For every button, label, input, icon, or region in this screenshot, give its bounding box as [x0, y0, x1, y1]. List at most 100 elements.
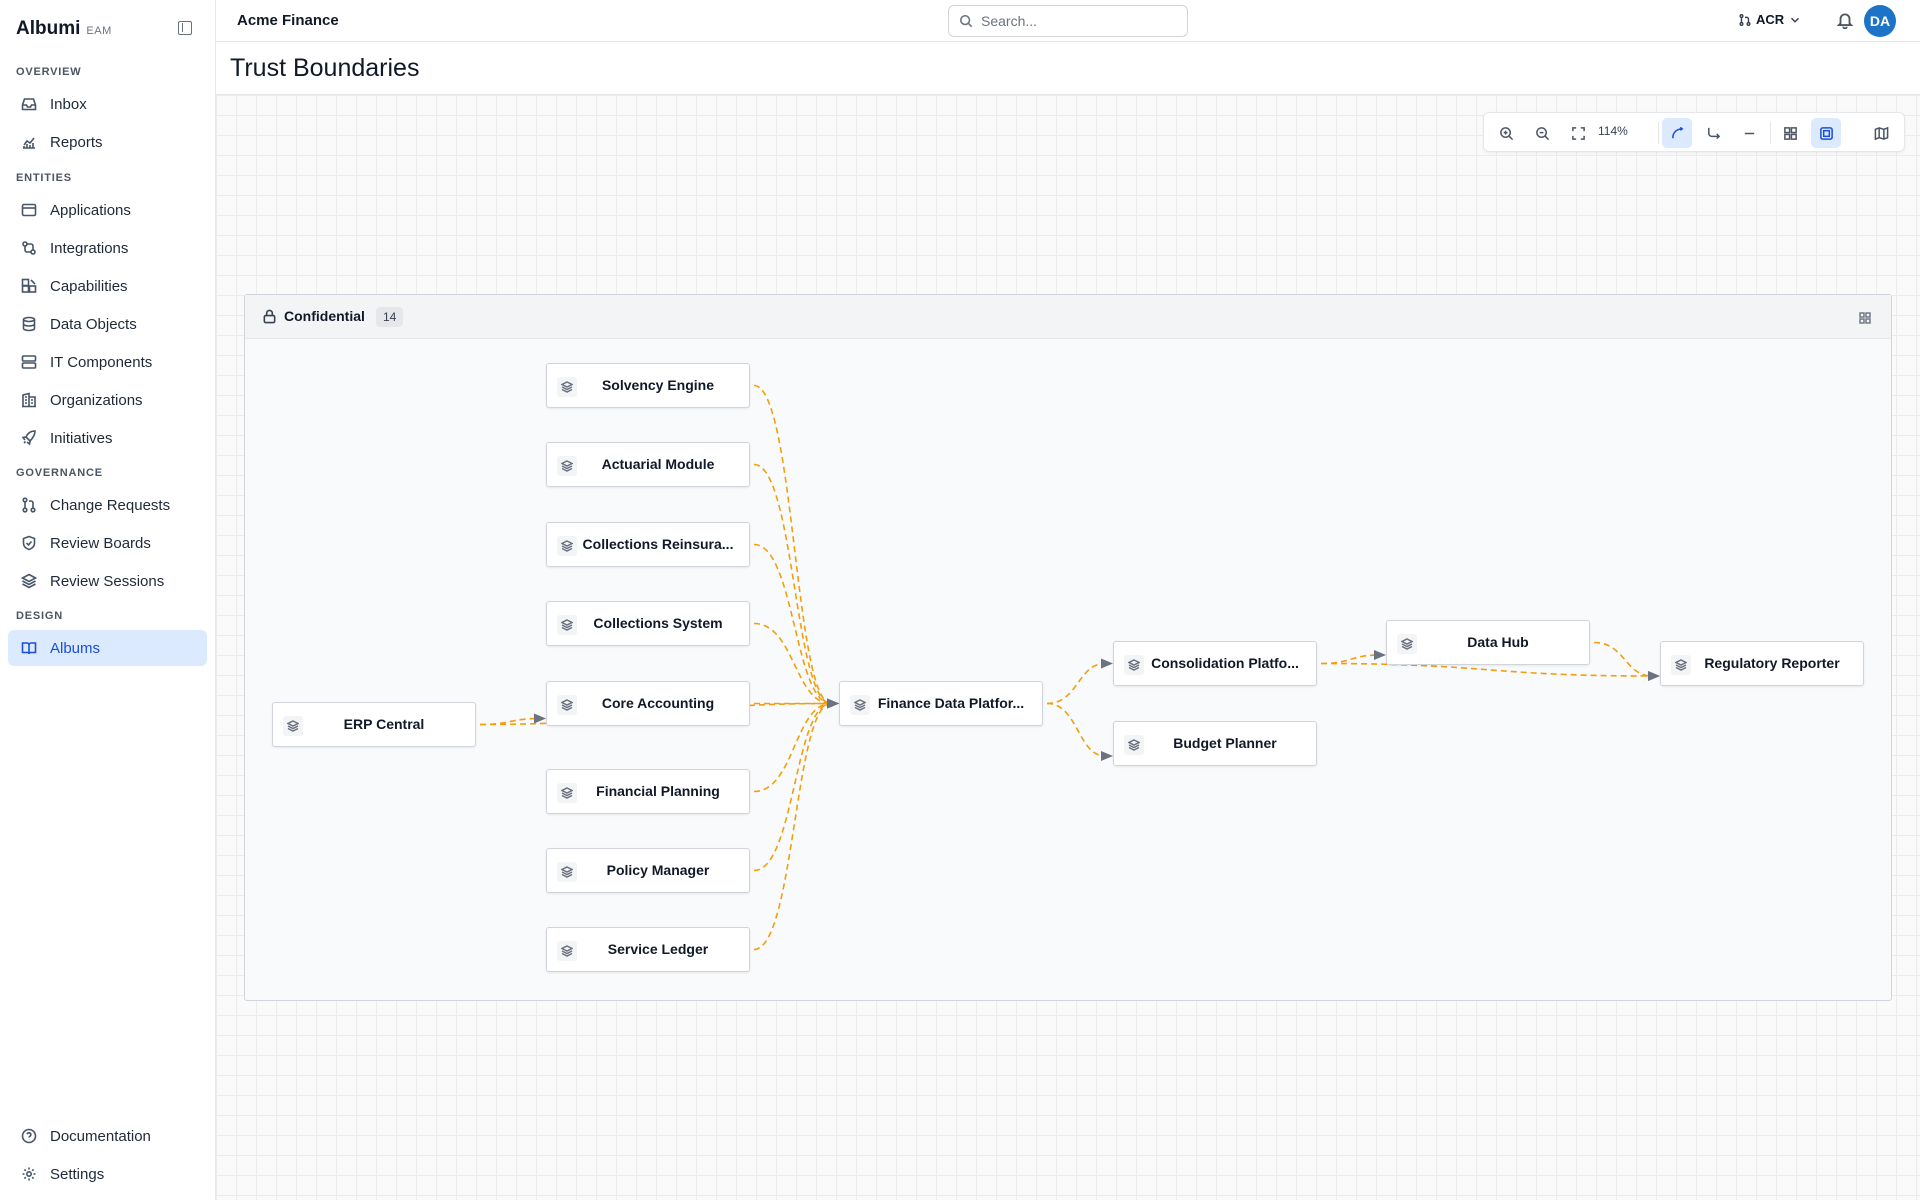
sidebar-item-capabilities[interactable]: Capabilities — [8, 268, 207, 304]
sidebar-item-review-sessions[interactable]: Review Sessions — [8, 563, 207, 599]
node-label: Financial Planning — [596, 783, 720, 799]
node-label: Consolidation Platfo... — [1151, 655, 1299, 671]
sidebar-item-label: Organizations — [50, 391, 143, 409]
sidebar-item-reports[interactable]: Reports — [8, 124, 207, 160]
node-fdp[interactable]: Finance Data Platfor... — [839, 681, 1043, 726]
search-input[interactable] — [981, 13, 1171, 29]
app-edition: EAM — [86, 25, 112, 37]
gear-icon — [20, 1165, 38, 1183]
app-logo[interactable]: Albumi EAM — [16, 18, 112, 40]
section-label-design: DESIGN — [16, 610, 63, 622]
node-consol[interactable]: Consolidation Platfo... — [1113, 641, 1317, 686]
user-menu-label: ACR — [1756, 12, 1785, 27]
sidebar-item-organizations[interactable]: Organizations — [8, 382, 207, 418]
node-collsys[interactable]: Collections System — [546, 601, 750, 646]
layers-icon — [1397, 634, 1417, 654]
trust-boundary-group[interactable]: Confidential 14 — [244, 294, 1892, 1001]
sidebar-item-inbox[interactable]: Inbox — [8, 86, 207, 122]
avatar[interactable]: DA — [1864, 5, 1896, 37]
node-ledger[interactable]: Service Ledger — [546, 927, 750, 972]
building-icon — [20, 391, 38, 409]
node-label: Finance Data Platfor... — [877, 695, 1025, 711]
sidebar-item-change-requests[interactable]: Change Requests — [8, 487, 207, 523]
branch-icon — [1739, 13, 1751, 26]
sidebar-item-label: Data Objects — [50, 315, 137, 333]
sidebar-item-label: Settings — [50, 1165, 105, 1183]
sidebar-item-label: Applications — [50, 201, 131, 219]
node-finplan[interactable]: Financial Planning — [546, 769, 750, 814]
workspace-name[interactable]: Acme Finance — [237, 12, 339, 29]
fit-view-icon[interactable] — [1563, 118, 1593, 148]
group-header: Confidential 14 — [245, 295, 1891, 339]
layers-icon — [1671, 655, 1691, 675]
sidebar-item-data-objects[interactable]: Data Objects — [8, 306, 207, 342]
group-expand-icon[interactable] — [1859, 311, 1871, 329]
search-box[interactable] — [948, 5, 1188, 37]
help-icon — [20, 1127, 38, 1145]
sidebar-item-settings[interactable]: Settings — [8, 1156, 207, 1192]
zoom-level: 114% — [1598, 124, 1628, 138]
sidebar-item-label: Integrations — [50, 239, 129, 257]
sidebar-item-label: IT Components — [50, 353, 153, 371]
section-label-entities: ENTITIES — [16, 172, 72, 184]
node-label: Core Accounting — [601, 695, 715, 711]
node-label: Policy Manager — [606, 862, 710, 878]
node-datahub[interactable]: Data Hub — [1386, 620, 1590, 665]
layers-icon — [1124, 655, 1144, 675]
node-label: Actuarial Module — [601, 456, 715, 472]
toolbar-divider — [1770, 122, 1771, 144]
integration-icon — [20, 239, 38, 257]
page-title: Trust Boundaries — [230, 54, 420, 82]
sidebar-item-label: Change Requests — [50, 496, 171, 514]
grid-layout-icon[interactable] — [1775, 118, 1805, 148]
top-bar: Acme Finance ACR DA — [216, 0, 1920, 42]
sidebar-item-label: Inbox — [50, 95, 87, 113]
node-actuarial[interactable]: Actuarial Module — [546, 442, 750, 487]
notification-bell-icon[interactable] — [1836, 11, 1854, 34]
layers-icon — [557, 536, 577, 556]
node-solvency[interactable]: Solvency Engine — [546, 363, 750, 408]
window-icon — [20, 201, 38, 219]
node-label: Data Hub — [1467, 634, 1529, 650]
step-edge-icon[interactable] — [1698, 118, 1728, 148]
sidebar-collapse-icon[interactable] — [178, 21, 192, 35]
rocket-icon — [20, 429, 38, 447]
layers-icon — [557, 456, 577, 476]
toolbar-divider — [1658, 122, 1659, 144]
sidebar-item-label: Documentation — [50, 1127, 151, 1145]
curved-edge-icon[interactable] — [1662, 118, 1692, 148]
layers-icon — [557, 615, 577, 635]
git-pull-icon — [20, 496, 38, 514]
node-policy[interactable]: Policy Manager — [546, 848, 750, 893]
layers-icon — [20, 572, 38, 590]
sidebar-item-review-boards[interactable]: Review Boards — [8, 525, 207, 561]
sidebar-item-initiatives[interactable]: Initiatives — [8, 420, 207, 456]
page-header: Trust Boundaries — [216, 42, 1920, 95]
sidebar-item-integrations[interactable]: Integrations — [8, 230, 207, 266]
sidebar-item-label: Initiatives — [50, 429, 113, 447]
node-budget[interactable]: Budget Planner — [1113, 721, 1317, 766]
sidebar-item-label: Reports — [50, 133, 103, 151]
zoom-in-icon[interactable] — [1491, 118, 1521, 148]
user-menu[interactable]: ACR — [1738, 12, 1802, 27]
node-regrep[interactable]: Regulatory Reporter — [1660, 641, 1864, 686]
sidebar-item-applications[interactable]: Applications — [8, 192, 207, 228]
minimap-icon[interactable] — [1866, 118, 1896, 148]
sidebar-item-label: Review Boards — [50, 534, 151, 552]
group-title: Confidential — [284, 308, 365, 324]
node-collre[interactable]: Collections Reinsura... — [546, 522, 750, 567]
group-layout-icon[interactable] — [1811, 118, 1841, 148]
layers-icon — [557, 941, 577, 961]
zoom-out-icon[interactable] — [1527, 118, 1557, 148]
node-label: Collections Reinsura... — [582, 536, 734, 552]
node-label: Regulatory Reporter — [1704, 655, 1840, 671]
book-icon — [20, 639, 38, 657]
node-coreacc[interactable]: Core Accounting — [546, 681, 750, 726]
node-erp[interactable]: ERP Central — [272, 702, 476, 747]
sidebar-item-albums[interactable]: Albums — [8, 630, 207, 666]
server-icon — [20, 353, 38, 371]
sidebar-item-it-components[interactable]: IT Components — [8, 344, 207, 380]
sidebar: Albumi EAM OVERVIEW Inbox Reports ENTITI… — [0, 0, 216, 1200]
straight-edge-icon[interactable] — [1734, 118, 1764, 148]
sidebar-item-documentation[interactable]: Documentation — [8, 1118, 207, 1154]
